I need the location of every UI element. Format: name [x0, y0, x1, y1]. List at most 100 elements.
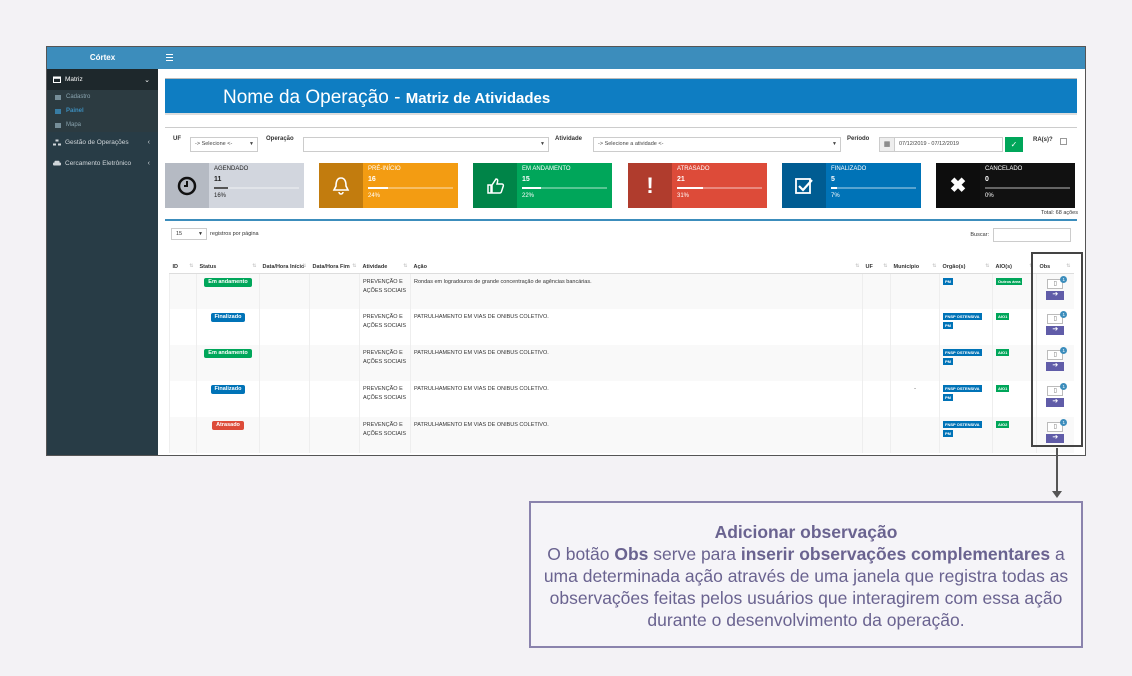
cell-uf [862, 381, 891, 417]
status-card-atrasado[interactable]: ! ATRASADO 21 31% [628, 163, 767, 208]
orgao-badge: PM [943, 394, 953, 401]
status-card-finalizado[interactable]: FINALIZADO 5 7% [782, 163, 921, 208]
status-card-label: AGENDADO [214, 166, 249, 172]
uf-select-value: -> Selecione <- [195, 141, 233, 147]
status-card-pr-in-cio[interactable]: PRÉ-INÍCIO 16 24% [319, 163, 458, 208]
sort-icon: ⇅ [352, 262, 357, 269]
status-badge: Em andamento [204, 349, 252, 358]
sidebar-subitem-painel[interactable]: Painel [47, 104, 158, 118]
status-card-em-andamento[interactable]: EM ANDAMENTO 15 22% [473, 163, 612, 208]
cell-acao: PATRULHAMENTO EM VIAS DE ONIBUS COLETIVO… [410, 309, 863, 345]
bell-icon [319, 163, 363, 208]
status-card-percent: 24% [368, 193, 381, 199]
brand-logo[interactable]: Córtex [47, 47, 158, 69]
periodo-label: Período [847, 136, 870, 142]
ra-label: RA(s)? [1033, 137, 1053, 143]
sidebar-item-cercamento[interactable]: Cercamento Eletrônico ‹ [47, 153, 158, 174]
sidebar-subitem-label: Mapa [66, 122, 82, 128]
sort-icon: ⇅ [855, 262, 860, 269]
column-header-label: AIO(s) [995, 263, 1013, 270]
atividade-select[interactable]: -> Selecione a atividade <- ▼ [593, 137, 841, 152]
page-title-bold: Matriz de Atividades [405, 90, 551, 107]
table-row[interactable]: Em andamento PREVENÇÃO E AÇÕES SOCIAIS Ron… [169, 273, 1074, 309]
clock-icon [165, 163, 209, 208]
ra-checkbox[interactable] [1060, 138, 1067, 145]
status-card-progress [368, 187, 453, 189]
column-header[interactable]: UF ⇅ [862, 249, 891, 274]
sidebar: Córtex Matriz ⌄ Cadastro Painel Mapa Ges… [47, 47, 158, 455]
per-page-select[interactable]: 15 ▼ [171, 228, 207, 240]
column-header[interactable]: Data/Hora Início ⇅ [259, 249, 310, 274]
cell-atividade: PREVENÇÃO E AÇÕES SOCIAIS [359, 273, 411, 309]
column-header-label: ID [172, 263, 179, 270]
calendar-icon [53, 76, 61, 83]
cell-orgaos: FNSP OSTENSIVA PM [939, 417, 993, 453]
status-card-cancelado[interactable]: ✖ CANCELADO 0 0% [936, 163, 1075, 208]
atividade-label: Atividade [555, 136, 583, 142]
aio-badge: AIO2 [996, 421, 1010, 428]
status-card-label: PRÉ-INÍCIO [368, 166, 401, 172]
chevron-down-icon: ⌄ [144, 76, 150, 84]
chevron-down-icon: ▼ [540, 141, 545, 147]
table-row[interactable]: Finalizado PREVENÇÃO E AÇÕES SOCIAIS PATRU… [169, 381, 1074, 417]
column-header[interactable]: Atividade ⇅ [359, 249, 411, 274]
actions-table-panel: 15 ▼ registros por página Buscar: ID ⇅ Stat… [165, 219, 1077, 455]
status-card-label: EM ANDAMENTO [522, 166, 571, 172]
chevron-down-icon: ▼ [198, 231, 203, 237]
sidebar-nav: Matriz ⌄ Cadastro Painel Mapa Gestão de … [47, 69, 158, 174]
apply-filter-button[interactable]: ✓ [1005, 137, 1023, 152]
cell-id [169, 273, 197, 309]
table-row[interactable]: Em andamento PREVENÇÃO E AÇÕES SOCIAIS PAT… [169, 345, 1074, 381]
column-header[interactable]: Data/Hora Fim ⇅ [309, 249, 360, 274]
periodo-input[interactable]: 07/12/2019 - 07/12/2019 [895, 137, 1003, 152]
sidebar-subitem-cadastro[interactable]: Cadastro [47, 90, 158, 104]
column-header[interactable]: Orgão(s) ⇅ [939, 249, 993, 274]
uf-label: UF [173, 136, 181, 142]
table-row[interactable]: Atrasado PREVENÇÃO E AÇÕES SOCIAIS PATRULH… [169, 417, 1074, 453]
column-header-label: Orgão(s) [942, 263, 966, 270]
table-row[interactable]: Finalizado PREVENÇÃO E AÇÕES SOCIAIS PATRU… [169, 309, 1074, 345]
sidebar-item-gestao[interactable]: Gestão de Operações ‹ [47, 132, 158, 153]
cell-atividade: PREVENÇÃO E AÇÕES SOCIAIS [359, 381, 411, 417]
check-icon [782, 163, 826, 208]
column-header-label: UF [865, 263, 873, 270]
sidebar-item-matriz[interactable]: Matriz ⌄ [47, 69, 158, 90]
cell-uf [862, 417, 891, 453]
cell-acao: PATRULHAMENTO EM VIAS DE ONIBUS COLETIVO… [410, 417, 863, 453]
menu-toggle-icon[interactable] [166, 54, 173, 61]
search-input[interactable] [993, 228, 1071, 242]
cell-status: Atrasado [196, 417, 260, 453]
status-card-agendado[interactable]: AGENDADO 11 16% [165, 163, 304, 208]
sidebar-subitem-mapa[interactable]: Mapa [47, 118, 158, 132]
cell-aio: AIO1 [992, 381, 1037, 417]
sort-icon: ⇅ [883, 262, 888, 269]
per-page-value: 15 [176, 231, 183, 237]
status-card-progress [985, 187, 1070, 189]
cell-orgaos: FNSP OSTENSIVA PM [939, 345, 993, 381]
status-card-progress [831, 187, 916, 189]
calendar-icon: ▦ [879, 137, 895, 152]
operacao-select[interactable]: ▼ [303, 137, 549, 152]
status-card-count: 0 [985, 176, 989, 183]
car-icon [53, 160, 61, 167]
chevron-left-icon: ‹ [147, 160, 150, 167]
callout-heading: Adicionar observação [714, 522, 898, 542]
column-header[interactable]: AIO(s) ⇅ [992, 249, 1037, 274]
cell-id [169, 381, 197, 417]
callout-text-part: serve para [648, 544, 741, 564]
column-header[interactable]: ID ⇅ [169, 249, 197, 274]
filter-bar: UF -> Selecione <- ▼ Operação ▼ Atividade… [165, 127, 1077, 160]
sort-icon: ⇅ [403, 262, 408, 269]
uf-select[interactable]: -> Selecione <- ▼ [190, 137, 258, 152]
column-header[interactable]: Município ⇅ [890, 249, 940, 274]
cell-orgaos: FNSP OSTENSIVA PM [939, 381, 993, 417]
status-badge: Em andamento [204, 277, 252, 287]
column-header[interactable]: Ação ⇅ [410, 249, 863, 274]
callout-bold-phrase: inserir observações complementares [740, 544, 1051, 564]
status-card-percent: 31% [677, 193, 690, 199]
cell-atividade: PREVENÇÃO E AÇÕES SOCIAIS [359, 345, 411, 381]
column-header[interactable]: Status ⇅ [196, 249, 260, 274]
cell-municipio [890, 417, 940, 453]
status-card-progress [214, 187, 299, 189]
top-bar [158, 47, 1085, 69]
